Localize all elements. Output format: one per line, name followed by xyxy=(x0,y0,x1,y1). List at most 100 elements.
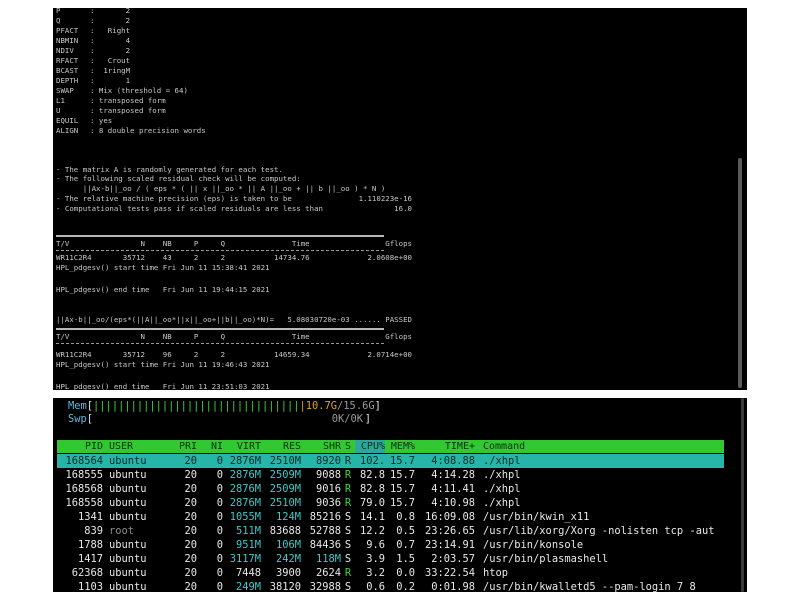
cell-pid: 168555 xyxy=(65,469,103,481)
cell-pri: 20 xyxy=(184,581,197,592)
cell-s: R xyxy=(344,497,352,509)
table-row[interactable]: 1103 ubuntu 20 0 249M 38120 32988 S 0.6 0.2 0:01.9… xyxy=(57,580,724,592)
residual-check: ||Ax-b||_oo/(eps*(||A||_oo*||x||_oo+||b|… xyxy=(56,315,412,324)
cell-user: ubuntu xyxy=(109,497,147,509)
cell-mem: 0.8 xyxy=(396,511,415,523)
table-row[interactable]: 1341 ubuntu 20 0 1055M 124M 85216 S 14.1 0.8 16:09… xyxy=(57,510,724,524)
col-time[interactable]: TIME+ xyxy=(417,440,475,453)
cell-cpu: 102. xyxy=(359,455,385,467)
param-line: EQUIL: yes xyxy=(56,116,112,125)
cell-mem: 15.7 xyxy=(389,483,415,495)
cell-ni: 0 xyxy=(216,455,223,467)
col-user[interactable]: USER xyxy=(109,440,133,453)
cell-pid: 1103 xyxy=(77,581,103,592)
param-line: L1: transposed form xyxy=(56,96,166,105)
table-header-1: T/V N NB P Q Time Gflops xyxy=(56,239,412,248)
cell-time: 33:22.54 xyxy=(424,567,475,579)
table-row[interactable]: 168568 ubuntu 20 0 2876M 2509M 9016 R 82.8 15.7 4:… xyxy=(57,482,724,496)
htop-terminal[interactable]: Mem[||||||||||||||||||||||||||||||||||10… xyxy=(53,398,747,592)
swp-meter: Swp[0K/0K] xyxy=(68,413,371,425)
cell-user: ubuntu xyxy=(109,581,147,592)
param-key: DEPTH xyxy=(56,76,79,85)
hpl-log-terminal[interactable]: P: 2Q: 2 PFACT: Right NBMIN: 4 NDIV: 2 RFACT… xyxy=(53,8,747,390)
cell-cpu: 0.6 xyxy=(366,581,385,592)
cell-mem: 0.5 xyxy=(396,525,415,537)
cell-mem: 0.7 xyxy=(396,539,415,551)
cell-cpu: 82.8 xyxy=(359,469,385,481)
cell-ni: 0 xyxy=(216,581,223,592)
col-mem[interactable]: MEM% xyxy=(387,440,415,453)
run1-end-time: HPL_pdgesv() end time Fri Jun 11 19:44:1… xyxy=(56,285,270,294)
note-line: - The following scaled residual check wi… xyxy=(56,174,301,183)
cell-mem: 15.7 xyxy=(389,455,415,467)
cell-shr: 2624 xyxy=(315,567,341,579)
cell-ni: 0 xyxy=(216,497,223,509)
cell-virt: 951M xyxy=(235,539,261,551)
mem-bar-used: ||||||||||||||||||||||||||||||||| xyxy=(93,400,300,412)
cell-user: ubuntu xyxy=(109,469,147,481)
cell-cpu: 79.0 xyxy=(359,497,385,509)
cell-res: 3900 xyxy=(275,567,301,579)
param-line: PFACT: Right xyxy=(56,26,130,35)
cell-pid: 1417 xyxy=(77,553,103,565)
cell-cmd: /usr/lib/xorg/Xorg -nolisten tcp -aut xyxy=(483,525,715,537)
table-row[interactable]: 168558 ubuntu 20 0 2876M 2510M 9036 R 79.0 15.7 4:… xyxy=(57,496,724,510)
cell-cmd: ./xhpl xyxy=(483,497,521,509)
col-pid[interactable]: PID xyxy=(57,440,103,453)
htop-scrollbar[interactable] xyxy=(741,398,744,592)
table-row[interactable]: 1788 ubuntu 20 0 951M 106M 84436 S 9.6 0.7 23:14.9… xyxy=(57,538,724,552)
col-shr[interactable]: SHR xyxy=(305,440,341,453)
log-scrollbar[interactable] xyxy=(738,158,742,388)
cell-cmd: /usr/bin/kwalletd5 --pam-login 7 8 xyxy=(483,581,696,592)
cell-time: 2:03.57 xyxy=(431,553,475,565)
cell-user: ubuntu xyxy=(109,511,147,523)
cell-res: 2510M xyxy=(269,455,301,467)
cell-ni: 0 xyxy=(216,525,223,537)
col-ni[interactable]: NI xyxy=(205,440,223,453)
table-row[interactable]: 168555 ubuntu 20 0 2876M 2509M 9088 R 82.8 15.7 4:… xyxy=(57,468,724,482)
cell-mem: 15.7 xyxy=(389,497,415,509)
param-key: ALIGN xyxy=(56,126,79,135)
col-virt[interactable]: VIRT xyxy=(225,440,261,453)
cell-cpu: 9.6 xyxy=(366,539,385,551)
cell-s: S xyxy=(344,581,352,592)
param-value: : 1 xyxy=(90,76,131,85)
col-res[interactable]: RES xyxy=(265,440,301,453)
cell-cmd: ./xhpl xyxy=(483,455,521,467)
note-line: ||Ax-b||_oo / ( eps * ( || x ||_oo * || … xyxy=(56,184,386,193)
cell-virt: 249M xyxy=(235,581,261,592)
col-command[interactable]: Command xyxy=(483,440,525,453)
cell-time: 4:14.28 xyxy=(431,469,475,481)
run2-end-time: HPL_pdgesv() end time Fri Jun 11 23:51:0… xyxy=(56,382,270,390)
cell-user: ubuntu xyxy=(109,553,147,565)
note-line: - The relative machine precision (eps) i… xyxy=(56,194,412,203)
param-value: : yes xyxy=(90,116,113,125)
table-rule-dashed xyxy=(56,343,384,344)
mem-total-value: /15.6G xyxy=(337,400,375,412)
cell-shr: 52788 xyxy=(309,525,341,537)
table-row[interactable]: 1417 ubuntu 20 0 3117M 242M 118M S 3.9 1.5 2:03.57… xyxy=(57,552,724,566)
cell-virt: 2876M xyxy=(229,469,261,481)
param-value: : 8 double precision words xyxy=(90,126,206,135)
col-state[interactable]: S xyxy=(343,440,353,453)
table-row-selected[interactable]: 168564 ubuntu 20 0 2876M 2510M 8920 R 102. 15.7 4:… xyxy=(57,454,724,468)
process-table-header[interactable]: PID USER PRI NI VIRT RES SHR S CPU% MEM%… xyxy=(57,440,724,453)
col-pri[interactable]: PRI xyxy=(173,440,197,453)
param-value: : transposed form xyxy=(90,106,166,115)
param-line: P: 2 xyxy=(56,8,130,15)
param-line: SWAP: Mix (threshold = 64) xyxy=(56,86,188,95)
cell-pid: 168558 xyxy=(65,497,103,509)
table-row[interactable]: 62368 ubuntu 20 0 7448 3900 2624 R 3.2 0.0 33:22.5… xyxy=(57,566,724,580)
col-cpu[interactable]: CPU% xyxy=(355,440,385,453)
cell-shr: 9016 xyxy=(315,483,341,495)
cell-time: 16:09.08 xyxy=(424,511,475,523)
param-line: NDIV: 2 xyxy=(56,46,130,55)
param-line: ALIGN : 8 double precision words xyxy=(56,126,206,135)
cell-pri: 20 xyxy=(184,483,197,495)
cell-res: 2510M xyxy=(269,497,301,509)
table-row[interactable]: 839 root 20 0 511M 83688 52788 S 12.2 0.5 23:26.65… xyxy=(57,524,724,538)
param-key: L1 xyxy=(56,96,65,105)
param-key: P xyxy=(56,8,61,15)
cell-virt: 1055M xyxy=(229,511,261,523)
cell-user: ubuntu xyxy=(109,539,147,551)
